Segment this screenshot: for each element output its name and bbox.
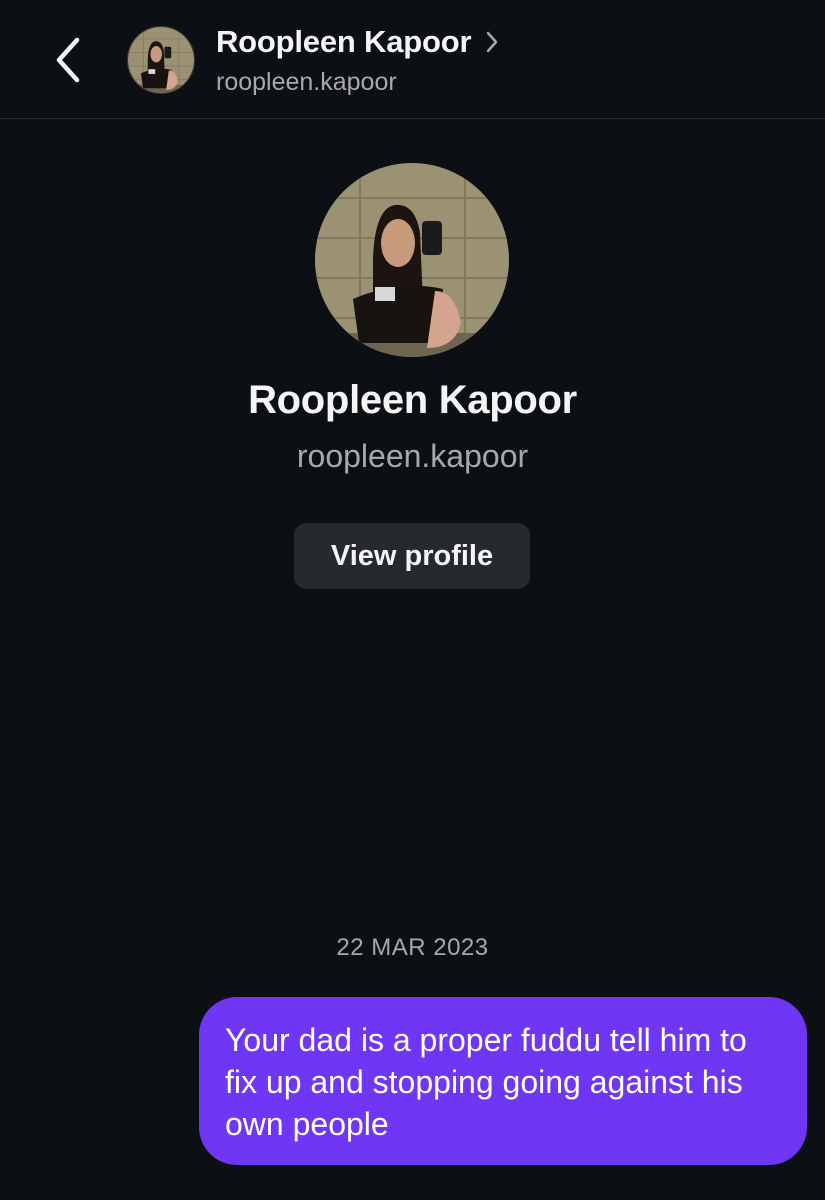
contact-name[interactable]: Roopleen Kapoor [216, 24, 472, 60]
sent-message-bubble[interactable]: Your dad is a proper fuddu tell him to f… [199, 997, 807, 1165]
profile-avatar[interactable] [315, 163, 509, 357]
header-avatar[interactable] [127, 26, 195, 94]
chevron-left-icon [56, 37, 80, 83]
date-separator: 22 MAR 2023 [336, 934, 489, 961]
contact-handle: roopleen.kapoor [216, 68, 397, 96]
chat-header: Roopleen Kapoor roopleen.kapoor [0, 0, 825, 119]
profile-photo [128, 27, 194, 93]
back-button[interactable] [40, 28, 96, 92]
profile-photo [315, 163, 509, 357]
profile-handle: roopleen.kapoor [296, 438, 529, 474]
profile-name: Roopleen Kapoor [248, 378, 577, 422]
view-profile-button[interactable]: View profile [294, 523, 530, 589]
chevron-right-icon [487, 31, 498, 53]
header-title[interactable]: Roopleen Kapoor [216, 24, 499, 60]
